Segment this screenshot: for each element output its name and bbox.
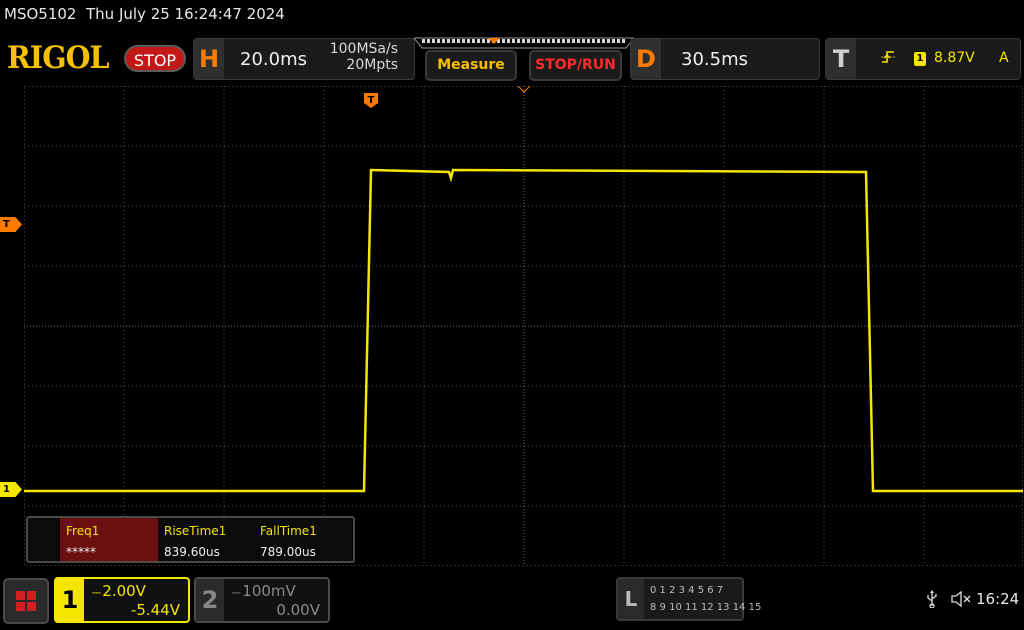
- channel-2-offset: 0.00V: [276, 601, 320, 619]
- memory-depth: 20Mpts: [346, 57, 398, 73]
- measurement-value: 789.00us: [260, 545, 316, 559]
- trigger-position-label: T: [368, 95, 375, 106]
- measurement-table[interactable]: Freq1 ***** RiseTime1 839.60us FallTime1…: [26, 516, 355, 563]
- trigger-mode: A: [999, 50, 1009, 66]
- measurement-item[interactable]: RiseTime1 839.60us: [158, 518, 254, 561]
- grid-menu-icon: [16, 591, 36, 611]
- delay-label: D: [631, 39, 661, 79]
- acquisition-info: 100MSa/s 20Mpts: [330, 41, 398, 73]
- dc-coupling-icon: ⎓: [92, 586, 103, 599]
- delay-value: 30.5ms: [681, 49, 748, 70]
- measurement-name: Freq1: [66, 524, 100, 538]
- usb-icon: [927, 590, 937, 608]
- logic-analyzer-label: L: [618, 579, 644, 619]
- graticule-center: [24, 86, 1023, 566]
- channel-1-panel[interactable]: 1 ⎓ 2.00V -5.44V: [54, 577, 190, 623]
- logic-analyzer-panel[interactable]: L 0 1 2 3 4 5 6 7 8 9 10 11 12 13 14 15: [616, 577, 761, 621]
- channel-2-scale: ⎓ 100mV: [232, 582, 296, 600]
- measure-button[interactable]: Measure: [425, 50, 517, 81]
- measurement-name: FallTime1: [260, 524, 317, 538]
- sample-rate: 100MSa/s: [329, 41, 398, 57]
- run-state-badge[interactable]: STOP: [124, 45, 186, 72]
- measurement-name: RiseTime1: [164, 524, 227, 538]
- speaker-muted-icon[interactable]: [950, 589, 972, 609]
- model-name: MSO5102: [4, 5, 77, 23]
- trigger-label: T: [826, 39, 856, 79]
- trigger-panel[interactable]: T 1 8.87V A: [825, 38, 1021, 80]
- horizontal-label: H: [194, 39, 224, 79]
- stop-run-button[interactable]: STOP/RUN: [529, 50, 622, 81]
- channel-2-panel[interactable]: 2 ⎓ 100mV 0.00V: [194, 577, 330, 623]
- measurement-value: *****: [66, 545, 96, 559]
- trigger-position-marker[interactable]: T: [364, 93, 378, 108]
- trigger-level-marker[interactable]: T: [0, 217, 22, 232]
- rising-edge-icon: [881, 51, 895, 63]
- trigger-level: 8.87V: [934, 50, 975, 66]
- main-menu-button[interactable]: [3, 578, 49, 624]
- date-time: Thu July 25 16:24:47 2024: [86, 5, 285, 23]
- channel-1-number: 1: [56, 579, 84, 621]
- timebase-value: 20.0ms: [240, 49, 307, 70]
- measurement-value: 839.60us: [164, 545, 220, 559]
- system-clock: 16:24: [976, 590, 1020, 608]
- memory-position-bar: [414, 37, 634, 49]
- channel-2-number: 2: [196, 579, 224, 621]
- channel-1-scale: ⎓ 2.00V: [92, 582, 146, 600]
- dc-coupling-icon: ⎓: [232, 586, 243, 599]
- waveform-display[interactable]: [24, 86, 1023, 566]
- title-line: MSO5102 Thu July 25 16:24:47 2024: [4, 5, 285, 23]
- measurement-item[interactable]: FallTime1 789.00us: [254, 518, 354, 561]
- trigger-source-badge: 1: [914, 52, 926, 66]
- digital-channels-row-1: 0 1 2 3 4 5 6 7: [650, 585, 724, 596]
- horizontal-panel[interactable]: H 20.0ms 100MSa/s 20Mpts: [193, 38, 415, 80]
- measurement-item[interactable]: Freq1 *****: [60, 518, 158, 561]
- rigol-logo: RIGOL: [7, 40, 110, 76]
- delay-panel[interactable]: D 30.5ms: [630, 38, 820, 80]
- ch1-offset-marker[interactable]: 1: [0, 482, 22, 497]
- channel-1-offset: -5.44V: [130, 601, 180, 619]
- digital-channels-row-2: 8 9 10 11 12 13 14 15: [650, 602, 762, 613]
